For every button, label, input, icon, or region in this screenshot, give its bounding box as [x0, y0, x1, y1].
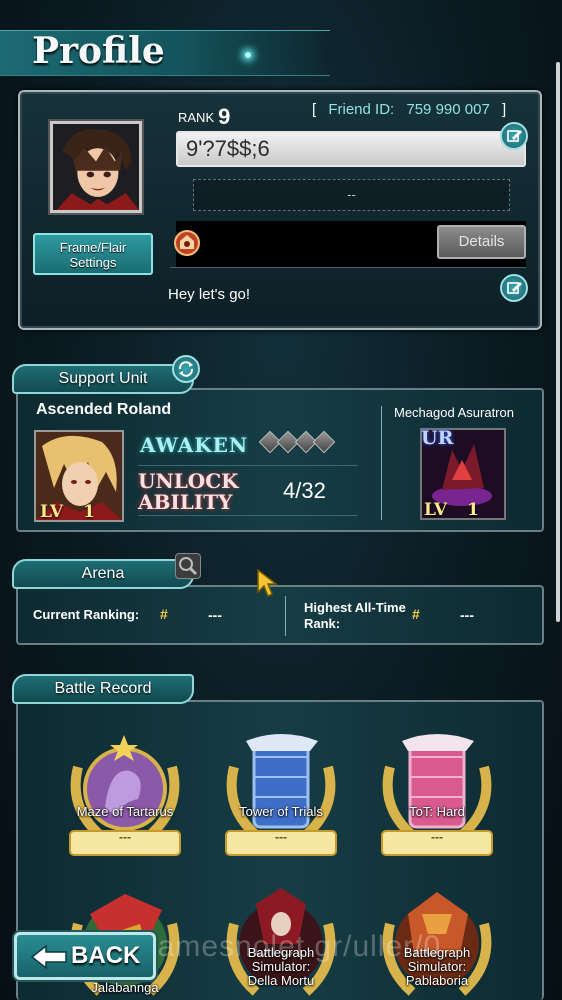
pencil-icon [507, 282, 522, 294]
vertical-divider [285, 596, 286, 636]
page-title: Profile [32, 30, 165, 72]
laurel-medal-icon [225, 734, 337, 856]
record-name-line3: Della Mortu [247, 973, 315, 988]
friend-id-label: Friend ID: [328, 101, 395, 118]
current-ranking-value: --- [208, 607, 222, 623]
arena-header: Arena [12, 559, 194, 589]
details-button[interactable]: Details [437, 225, 526, 259]
flair-badge-icon [174, 230, 200, 256]
unlock-ability-count: 4/32 [283, 478, 326, 503]
unlock-line1: UNLOCK [138, 469, 239, 493]
player-name-field[interactable]: 9'?7$$;6 [176, 131, 526, 167]
guild-field: -- [193, 179, 510, 211]
equipment-rarity: UR [421, 427, 454, 449]
support-unit-name: Ascended Roland [36, 401, 172, 418]
highest-label-line1: Highest All-Time [304, 600, 406, 615]
arena-search-button[interactable] [175, 553, 201, 579]
record-name: Maze of Tartarus [76, 804, 174, 819]
record-value: --- [119, 830, 131, 844]
frame-button-label-line2: Settings [69, 255, 117, 270]
battle-record-header: Battle Record [12, 674, 194, 704]
record-name: Jalabannga [91, 980, 159, 995]
refresh-support-button[interactable] [172, 355, 200, 383]
avatar-portrait [53, 124, 139, 210]
laurel-medal-icon [69, 735, 181, 856]
equipment-name: Mechagod Asuratron [394, 405, 514, 420]
unlock-line2: ABILITY [138, 490, 233, 514]
unit-lv-label: LV [40, 502, 64, 522]
friend-id-display: [ Friend ID: 759 990 007 ] [312, 101, 506, 118]
record-name: ToT: Hard [409, 804, 465, 819]
highest-rank-label: Highest All-Time Rank: [304, 600, 406, 632]
equip-lv-value: 1 [467, 500, 479, 520]
cursor-icon [257, 568, 278, 598]
profile-comment: Hey let's go! [168, 286, 251, 303]
equip-lv-label: LV [424, 500, 448, 520]
edit-comment-icon[interactable] [500, 274, 528, 302]
record-value: --- [275, 830, 287, 844]
laurel-medal-icon [381, 734, 493, 856]
friend-bracket-close: ] [501, 101, 507, 118]
equipment-level: LV 1 [424, 500, 479, 520]
sparkle-decoration [245, 52, 251, 58]
highest-rank-hash-icon: # [412, 606, 420, 622]
highest-label-line2: Rank: [304, 616, 341, 631]
divider [138, 465, 358, 466]
friend-bracket-open: [ [312, 101, 317, 118]
record-name: Tower of Trials [239, 804, 323, 819]
rank-value: 9 [218, 104, 231, 129]
highest-rank-value: --- [460, 607, 474, 623]
record-value: --- [431, 830, 443, 844]
back-arrow-icon [30, 944, 67, 970]
scrollbar[interactable] [556, 62, 560, 622]
friend-id-value: 759 990 007 [406, 101, 490, 118]
support-unit-header: Support Unit [12, 364, 194, 394]
record-tower-of-trials[interactable]: Tower of Trials --- [206, 722, 356, 862]
frame-flair-settings-button[interactable]: Frame/Flair Settings [33, 233, 153, 275]
record-tot-hard[interactable]: ToT: Hard --- [362, 722, 512, 862]
current-ranking-label: Current Ranking: [33, 607, 140, 622]
pencil-icon [507, 130, 522, 142]
vertical-divider [381, 406, 382, 520]
awaken-gauge [258, 430, 336, 455]
watermark: gamesnolet.gr/uller/0 [140, 930, 442, 963]
rank-display: RANK 9 [178, 104, 230, 130]
current-rank-hash-icon: # [160, 606, 168, 622]
record-name-line3: Pablaboria [405, 973, 469, 988]
unit-lv-value: 1 [83, 502, 95, 522]
rank-label: RANK [178, 110, 215, 125]
edit-name-icon[interactable] [500, 122, 528, 150]
record-maze-of-tartarus[interactable]: Maze of Tartarus --- [50, 722, 200, 862]
magnifier-icon [179, 557, 198, 576]
refresh-icon [178, 361, 194, 377]
divider [170, 267, 526, 268]
divider [138, 515, 358, 516]
frame-button-label-line1: Frame/Flair [59, 240, 127, 255]
unlock-ability-label: UNLOCK ABILITY [138, 471, 239, 513]
player-avatar[interactable] [50, 121, 142, 213]
awaken-label: AWAKEN [140, 433, 249, 457]
awaken-pip [312, 430, 336, 454]
support-unit-level: LV 1 [40, 502, 95, 522]
